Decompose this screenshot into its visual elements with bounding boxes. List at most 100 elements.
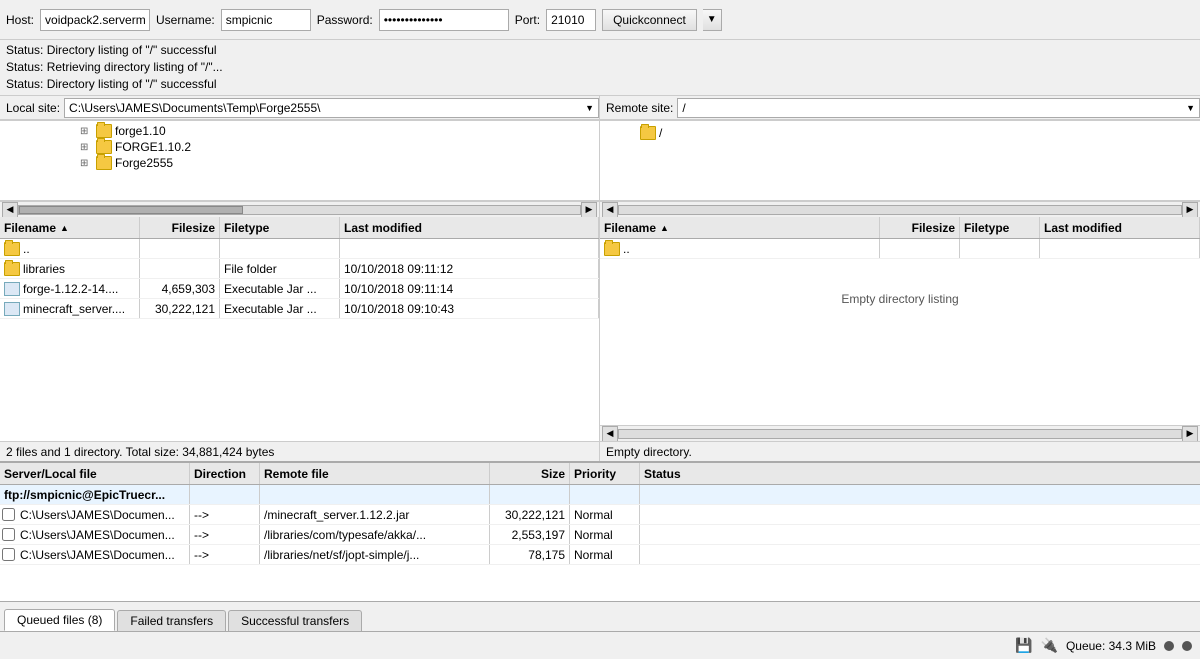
table-row[interactable]: minecraft_server.... 30,222,121 Executab… [0,299,599,319]
transfer-size-cell [490,485,570,504]
local-site-path[interactable]: C:\Users\JAMES\Documents\Temp\Forge2555\… [64,98,599,118]
transfer-server-header[interactable]: ftp://smpicnic@EpicTruecr... [0,485,1200,505]
scroll-track[interactable] [18,205,581,215]
tree-item-root[interactable]: / [604,125,1196,141]
local-tree: ⊞ forge1.10 ⊞ FORGE1.10.2 ⊞ Forge2555 [0,121,599,201]
scroll-thumb[interactable] [19,206,243,214]
col-header-filetype[interactable]: Filetype [960,217,1040,238]
col-header-modified[interactable]: Last modified [1040,217,1200,238]
scroll-left-arrow[interactable]: ◀ [602,426,618,442]
toolbar: Host: Username: Password: Port: Quickcon… [0,0,1200,40]
table-row[interactable]: .. [600,239,1200,259]
col-header-filesize[interactable]: Filesize [880,217,960,238]
list-item[interactable]: C:\Users\JAMES\Documen... --> /minecraft… [0,505,1200,525]
bottom-status-bar: 💾 🔌 Queue: 34.3 MiB [0,631,1200,659]
col-header-size[interactable]: Size [490,463,570,484]
local-h-scrollbar[interactable]: ◀ ▶ [0,201,599,217]
file-name-cell: libraries [0,259,140,278]
scroll-left-arrow[interactable]: ◀ [602,202,618,218]
local-site-label: Local site: [0,101,64,115]
host-input[interactable] [40,9,150,31]
tree-item-label: FORGE1.10.2 [115,140,191,154]
tab-successful-transfers[interactable]: Successful transfers [228,610,362,631]
status-line-3: Status: Directory listing of "/" success… [6,76,1194,93]
exe-icon [4,302,20,316]
tab-failed-transfers[interactable]: Failed transfers [117,610,226,631]
col-header-direction[interactable]: Direction [190,463,260,484]
queue-label: Queue: 34.3 MiB [1066,639,1156,653]
transfer-local-cell: C:\Users\JAMES\Documen... [16,505,190,524]
local-file-list: .. libraries File folder 10/10/2018 09:1… [0,239,599,441]
transfer-header: Server/Local file Direction Remote file … [0,463,1200,485]
password-label: Password: [317,13,373,27]
folder-icon [96,124,112,138]
tree-item-label: / [659,126,662,140]
tab-queued-files[interactable]: Queued files (8) [4,609,115,631]
row-checkbox[interactable] [0,528,16,541]
row-checkbox[interactable] [0,548,16,561]
col-header-status[interactable]: Status [640,463,1200,484]
username-input[interactable] [221,9,311,31]
file-size-cell: 30,222,121 [140,299,220,318]
folder-icon [604,242,620,256]
scroll-right-arrow[interactable]: ▶ [1182,202,1198,218]
remote-site-path[interactable]: / ▼ [677,98,1200,118]
col-header-filesize[interactable]: Filesize [140,217,220,238]
folder-icon [96,156,112,170]
list-item[interactable]: C:\Users\JAMES\Documen... --> /libraries… [0,525,1200,545]
remote-tree: / [600,121,1200,201]
status-bar: Status: Directory listing of "/" success… [0,40,1200,96]
col-header-filename[interactable]: Filename ▲ [0,217,140,238]
file-type-cell: Executable Jar ... [220,299,340,318]
file-modified-cell: 10/10/2018 09:11:14 [340,279,599,298]
table-row[interactable]: .. [0,239,599,259]
file-modified-cell [340,239,599,258]
col-header-filename[interactable]: Filename ▲ [600,217,880,238]
checkbox-input[interactable] [2,528,15,541]
remote-path-dropdown-icon: ▼ [1186,103,1195,113]
col-header-priority[interactable]: Priority [570,463,640,484]
checkbox-input[interactable] [2,548,15,561]
transfer-dir-cell: --> [190,525,260,544]
main-pane: ⊞ forge1.10 ⊞ FORGE1.10.2 ⊞ Forge2555 ◀ [0,121,1200,461]
tree-item-forge110[interactable]: ⊞ forge1.10 [0,123,599,139]
transfer-remote-cell: /libraries/net/sf/jopt-simple/j... [260,545,490,564]
tree-expander: ⊞ [80,126,96,137]
scroll-left-arrow[interactable]: ◀ [2,202,18,218]
password-input[interactable] [379,9,509,31]
col-header-server-local[interactable]: Server/Local file [0,463,190,484]
port-input[interactable] [546,9,596,31]
file-modified-cell: 10/10/2018 09:11:12 [340,259,599,278]
scroll-track[interactable] [618,205,1182,215]
transfer-dir-cell: --> [190,545,260,564]
checkbox-input[interactable] [2,508,15,521]
transfer-local-cell: C:\Users\JAMES\Documen... [16,545,190,564]
transfer-dir-cell: --> [190,505,260,524]
file-size-cell: 4,659,303 [140,279,220,298]
table-row[interactable]: libraries File folder 10/10/2018 09:11:1… [0,259,599,279]
col-header-modified[interactable]: Last modified [340,217,599,238]
remote-site-bar: Remote site: / ▼ [600,96,1200,120]
row-checkbox[interactable] [0,508,16,521]
transfer-remote-cell: /minecraft_server.1.12.2.jar [260,505,490,524]
quickconnect-dropdown-button[interactable]: ▼ [703,9,722,31]
tree-item-label: Forge2555 [115,156,173,170]
transfer-priority-cell: Normal [570,505,640,524]
exe-icon [4,282,20,296]
sort-arrow-icon: ▲ [60,223,69,233]
quickconnect-button[interactable]: Quickconnect [602,9,697,31]
transfer-status-cell [640,545,1200,564]
remote-h-scrollbar[interactable]: ◀ ▶ [600,201,1200,217]
scroll-track[interactable] [618,429,1182,439]
tree-item-forge1102[interactable]: ⊞ FORGE1.10.2 [0,139,599,155]
scroll-right-arrow[interactable]: ▶ [581,202,597,218]
table-row[interactable]: forge-1.12.2-14.... 4,659,303 Executable… [0,279,599,299]
col-header-filetype[interactable]: Filetype [220,217,340,238]
local-file-header: Filename ▲ Filesize Filetype Last modifi… [0,217,599,239]
col-header-remote-file[interactable]: Remote file [260,463,490,484]
list-item[interactable]: C:\Users\JAMES\Documen... --> /libraries… [0,545,1200,565]
tree-item-forge2555[interactable]: ⊞ Forge2555 [0,155,599,171]
scroll-right-arrow[interactable]: ▶ [1182,426,1198,442]
username-label: Username: [156,13,215,27]
remote-bottom-scrollbar[interactable]: ◀ ▶ [600,425,1200,441]
